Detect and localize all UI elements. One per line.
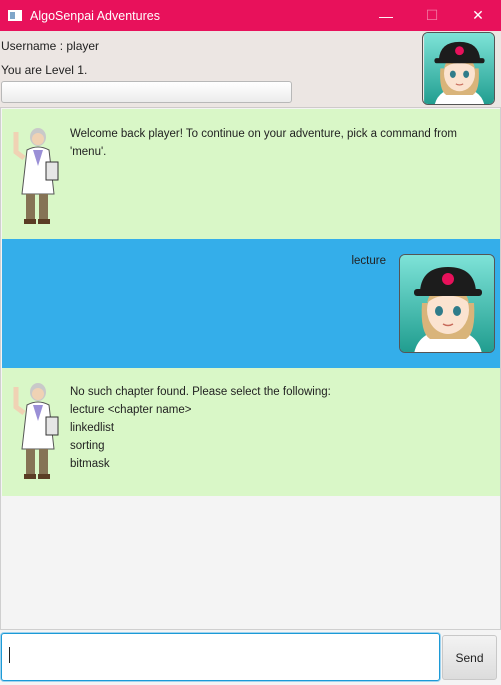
- player-avatar-icon: [399, 254, 495, 353]
- level-progress-bar: [1, 81, 292, 103]
- professor-sprite-icon: [13, 383, 59, 479]
- bot-dialog-box: No such chapter found. Please select the…: [2, 368, 500, 496]
- window-title: AlgoSenpai Adventures: [30, 8, 160, 23]
- player-avatar-icon: [422, 32, 495, 105]
- professor-sprite-icon: [13, 128, 59, 224]
- message-input[interactable]: [1, 633, 440, 681]
- app-window-icon: [8, 10, 22, 21]
- input-bar: Send: [0, 629, 501, 685]
- text-caret: [9, 647, 10, 663]
- bot-message-text: Welcome back player! To continue on your…: [70, 128, 457, 158]
- minimize-button[interactable]: —: [363, 0, 409, 31]
- window-controls: — ☐ ✕: [363, 0, 501, 31]
- user-dialog-box: lecture: [2, 239, 500, 368]
- maximize-button[interactable]: ☐: [409, 0, 455, 31]
- close-button[interactable]: ✕: [455, 0, 501, 31]
- username-label: Username : player: [1, 39, 100, 53]
- user-message-text: lecture: [351, 255, 386, 267]
- title-bar: AlgoSenpai Adventures — ☐ ✕: [0, 0, 501, 31]
- bot-dialog-box: Welcome back player! To continue on your…: [2, 109, 500, 239]
- dialog-scroll-area[interactable]: Welcome back player! To continue on your…: [0, 108, 501, 629]
- send-button[interactable]: Send: [442, 635, 497, 680]
- bot-message-text: No such chapter found. Please select the…: [70, 386, 331, 470]
- level-label: You are Level 1.: [1, 63, 88, 77]
- player-header: Username : player You are Level 1.: [0, 31, 501, 108]
